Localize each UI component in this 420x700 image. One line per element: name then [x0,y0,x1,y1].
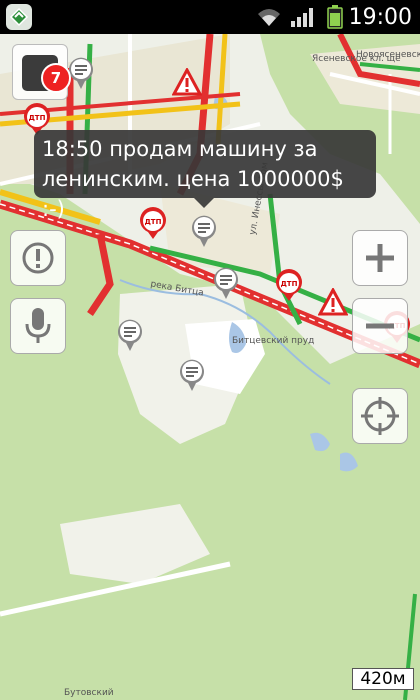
chat-message-marker[interactable] [212,266,240,300]
traffic-level-button[interactable]: 7 [12,44,71,100]
accident-marker-label: ДТП [281,280,298,288]
locate-icon [361,397,399,435]
wifi-icon [258,9,280,26]
map-scale: 420м [352,668,414,690]
accident-marker-label: ДТП [29,114,46,122]
voice-input-button[interactable] [10,298,66,354]
tooltip-pointer [194,198,214,208]
tooltip-line-2: ленинским. цена 1000000$ :-) [42,167,344,221]
microphone-icon [25,308,51,343]
zoom-in-button[interactable] [352,230,408,286]
label-pond: Битцевский пруд [232,336,315,346]
battery-icon [327,5,343,29]
label-butovsky: Бутовский [64,688,114,698]
signal-icon [291,8,313,27]
minus-icon [366,323,394,329]
warning-marker[interactable] [318,288,348,318]
traffic-level-badge: 7 [41,63,71,93]
chat-message-marker[interactable] [178,358,206,392]
status-bar: 19:00 [0,0,420,34]
zoom-out-button[interactable] [352,298,408,354]
status-clock: 19:00 [348,5,412,30]
accident-marker[interactable]: ДТП [274,268,304,302]
message-tooltip[interactable]: 18:50 продам машину за ленинским. цена 1… [34,130,376,221]
tooltip-line-1: 18:50 продам машину за [42,137,318,161]
plus-icon [366,244,394,272]
warning-marker[interactable] [172,68,202,98]
info-button[interactable] [10,230,66,286]
chat-message-marker[interactable] [67,56,95,90]
locate-me-button[interactable] [352,388,408,444]
info-icon [22,242,54,274]
label-cemetery: Ясеневское кл. ще [312,54,401,64]
app-notification-icon [6,4,32,30]
chat-message-marker[interactable] [116,318,144,352]
map-view[interactable]: Новоясеневска Ясеневское кл. ще ул. Инес… [0,34,420,700]
